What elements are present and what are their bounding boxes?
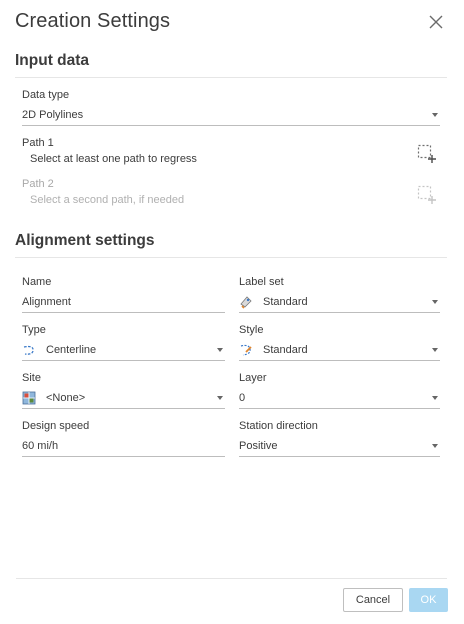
footer-divider (16, 578, 447, 579)
input-data-heading: Input data (15, 52, 90, 69)
section-divider (15, 257, 447, 258)
select-path2-icon[interactable] (417, 185, 437, 205)
label-set-icon (240, 296, 252, 309)
design-speed-label: Design speed (22, 420, 90, 432)
site-label: Site (22, 372, 41, 384)
site-value: <None> (46, 392, 86, 404)
chevron-down-icon (217, 348, 223, 352)
path2-hint: Select a second path, if needed (30, 194, 185, 206)
close-icon[interactable] (428, 14, 444, 30)
chevron-down-icon (432, 113, 438, 117)
type-select[interactable]: Centerline (22, 340, 225, 361)
data-type-select[interactable]: 2D Polylines (22, 105, 440, 126)
path1-label: Path 1 (22, 137, 54, 149)
layer-value: 0 (239, 392, 246, 404)
section-divider (15, 77, 447, 78)
chevron-down-icon (432, 348, 438, 352)
path2-label: Path 2 (22, 178, 54, 190)
station-direction-label: Station direction (239, 420, 318, 432)
station-direction-select[interactable]: Positive (239, 436, 440, 457)
chevron-down-icon (432, 300, 438, 304)
type-value: Centerline (46, 344, 97, 356)
name-label: Name (22, 276, 52, 288)
style-label: Style (239, 324, 264, 336)
style-value: Standard (263, 344, 308, 356)
design-speed-value: 60 mi/h (22, 440, 59, 452)
name-value: Alignment (22, 296, 71, 308)
name-input[interactable]: Alignment (22, 292, 225, 313)
path1-hint: Select at least one path to regress (30, 153, 197, 165)
label-set-select[interactable]: Standard (239, 292, 440, 313)
chevron-down-icon (432, 444, 438, 448)
ok-button[interactable]: OK (409, 588, 448, 612)
chevron-down-icon (432, 396, 438, 400)
label-set-label: Label set (239, 276, 284, 288)
style-icon (240, 344, 252, 356)
site-icon (22, 391, 36, 405)
station-direction-value: Positive (239, 440, 278, 452)
data-type-label: Data type (22, 89, 70, 101)
label-set-value: Standard (263, 296, 308, 308)
layer-label: Layer (239, 372, 267, 384)
type-label: Type (22, 324, 46, 336)
select-path1-icon[interactable] (417, 144, 437, 164)
design-speed-input[interactable]: 60 mi/h (22, 436, 225, 457)
chevron-down-icon (217, 396, 223, 400)
style-select[interactable]: Standard (239, 340, 440, 361)
dialog-title: Creation Settings (15, 10, 171, 32)
data-type-value: 2D Polylines (22, 109, 84, 121)
site-select[interactable]: <None> (22, 388, 225, 409)
alignment-settings-heading: Alignment settings (15, 232, 155, 249)
layer-select[interactable]: 0 (239, 388, 440, 409)
centerline-icon (23, 345, 34, 355)
cancel-button[interactable]: Cancel (343, 588, 403, 612)
